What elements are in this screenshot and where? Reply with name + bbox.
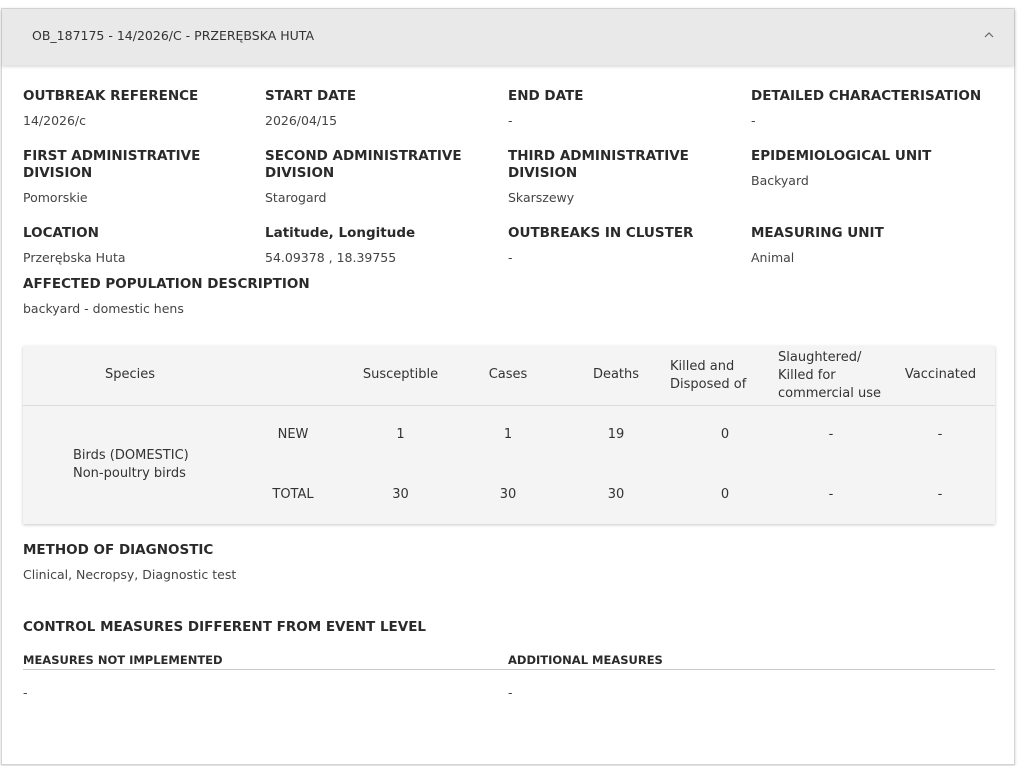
latitude-longitude: Latitude, Longitude 54.09378 , 18.39755 <box>265 225 500 266</box>
header-line: Killed and <box>670 359 735 374</box>
additional-measures-value: - <box>508 685 513 700</box>
field-label: METHOD OF DIAGNOSTIC <box>23 542 214 558</box>
chevron-up-icon[interactable] <box>984 31 994 39</box>
location: LOCATION Przerębska Huta <box>23 225 258 266</box>
measures-divider <box>23 669 995 670</box>
field-label: SECOND ADMINISTRATIVE DIVISION <box>265 148 462 181</box>
cell-killed: 0 <box>720 487 730 502</box>
measures-not-implemented-label: MEASURES NOT IMPLEMENTED <box>23 653 223 667</box>
field-value: Pomorskie <box>23 190 88 205</box>
column-header-susceptible: Susceptible <box>362 367 439 382</box>
species-category: Non-poultry birds <box>73 466 186 481</box>
species-cell: Birds (DOMESTIC) Non-poultry birds <box>73 447 233 483</box>
species-table: Species Susceptible Cases Deaths Killed … <box>23 346 995 524</box>
panel-header[interactable]: OB_187175 - 14/2026/C - PRZERĘBSKA HUTA <box>2 9 1014 65</box>
field-value: 14/2026/c <box>23 113 87 128</box>
row-label: NEW <box>277 427 309 442</box>
epidemiological-unit: EPIDEMIOLOGICAL UNIT Backyard <box>751 148 1006 189</box>
cell-susceptible: 1 <box>396 427 405 442</box>
field-label: OUTBREAK REFERENCE <box>23 88 199 104</box>
end-date: END DATE - <box>508 88 743 129</box>
field-value: - <box>508 250 513 265</box>
field-label: Latitude, Longitude <box>265 225 416 241</box>
method-of-diagnostic: METHOD OF DIAGNOSTIC Clinical, Necropsy,… <box>23 542 523 583</box>
header-line: Slaughtered/ <box>778 350 862 365</box>
field-value: - <box>751 113 756 128</box>
field-label: END DATE <box>508 88 584 104</box>
detailed-characterisation: DETAILED CHARACTERISATION - <box>751 88 1006 129</box>
cell-vaccinated: - <box>937 427 943 442</box>
field-label: DETAILED CHARACTERISATION <box>751 88 982 104</box>
header-divider <box>23 405 995 406</box>
column-header-cases: Cases <box>488 367 528 382</box>
cell-killed: 0 <box>720 427 730 442</box>
field-value: 54.09378 , 18.39755 <box>265 250 397 265</box>
field-value: Skarszewy <box>508 190 575 205</box>
field-label: EPIDEMIOLOGICAL UNIT <box>751 148 932 164</box>
header-line: Disposed of <box>670 377 747 392</box>
column-header-vaccinated: Vaccinated <box>904 367 977 382</box>
column-header-deaths: Deaths <box>592 367 640 382</box>
third-admin-division: THIRD ADMINISTRATIVE DIVISION Skarszewy <box>508 148 748 206</box>
affected-population: AFFECTED POPULATION DESCRIPTION backyard… <box>23 276 523 317</box>
field-label: MEASURING UNIT <box>751 225 884 241</box>
cell-cases: 1 <box>503 427 513 442</box>
column-header-species: Species <box>105 367 156 382</box>
start-date: START DATE 2026/04/15 <box>265 88 500 129</box>
field-label: THIRD ADMINISTRATIVE DIVISION <box>508 148 689 181</box>
field-label: OUTBREAKS IN CLUSTER <box>508 225 694 241</box>
outbreaks-in-cluster: OUTBREAKS IN CLUSTER - <box>508 225 743 266</box>
column-header-slaughtered: Slaughtered/ Killed for commercial use <box>778 349 881 403</box>
field-value: Backyard <box>751 173 809 188</box>
cell-deaths: 19 <box>607 427 625 442</box>
field-label: LOCATION <box>23 225 99 241</box>
cell-deaths: 30 <box>607 487 625 502</box>
additional-measures-label: ADDITIONAL MEASURES <box>508 653 663 667</box>
column-header-killed: Killed and Disposed of <box>670 358 746 394</box>
cell-cases: 30 <box>499 487 517 502</box>
field-value: backyard - domestic hens <box>23 301 184 316</box>
field-value: 2026/04/15 <box>265 113 338 128</box>
control-measures-title: CONTROL MEASURES DIFFERENT FROM EVENT LE… <box>23 619 427 635</box>
measures-not-implemented-value: - <box>23 685 28 700</box>
cell-slaughtered: - <box>828 427 834 442</box>
measuring-unit: MEASURING UNIT Animal <box>751 225 1006 266</box>
panel-title: OB_187175 - 14/2026/C - PRZERĘBSKA HUTA <box>32 28 314 43</box>
row-label: TOTAL <box>272 487 314 502</box>
cell-susceptible: 30 <box>392 487 409 502</box>
field-value: - <box>508 113 513 128</box>
header-line: commercial use <box>778 386 881 401</box>
field-value: Przerębska Huta <box>23 250 126 265</box>
field-value: Animal <box>751 250 795 265</box>
first-admin-division: FIRST ADMINISTRATIVE DIVISION Pomorskie <box>23 148 263 206</box>
field-value: Clinical, Necropsy, Diagnostic test <box>23 567 237 582</box>
header-line: Killed for <box>778 368 836 383</box>
field-label: AFFECTED POPULATION DESCRIPTION <box>23 276 310 292</box>
cell-slaughtered: - <box>828 487 834 502</box>
outbreak-reference: OUTBREAK REFERENCE 14/2026/c <box>23 88 258 129</box>
field-label: FIRST ADMINISTRATIVE DIVISION <box>23 148 201 181</box>
species-name: Birds (DOMESTIC) <box>73 448 189 463</box>
field-label: START DATE <box>265 88 357 104</box>
cell-vaccinated: - <box>937 487 943 502</box>
field-value: Starogard <box>265 190 327 205</box>
second-admin-division: SECOND ADMINISTRATIVE DIVISION Starogard <box>265 148 490 206</box>
outbreak-panel: OB_187175 - 14/2026/C - PRZERĘBSKA HUTA … <box>1 8 1015 765</box>
